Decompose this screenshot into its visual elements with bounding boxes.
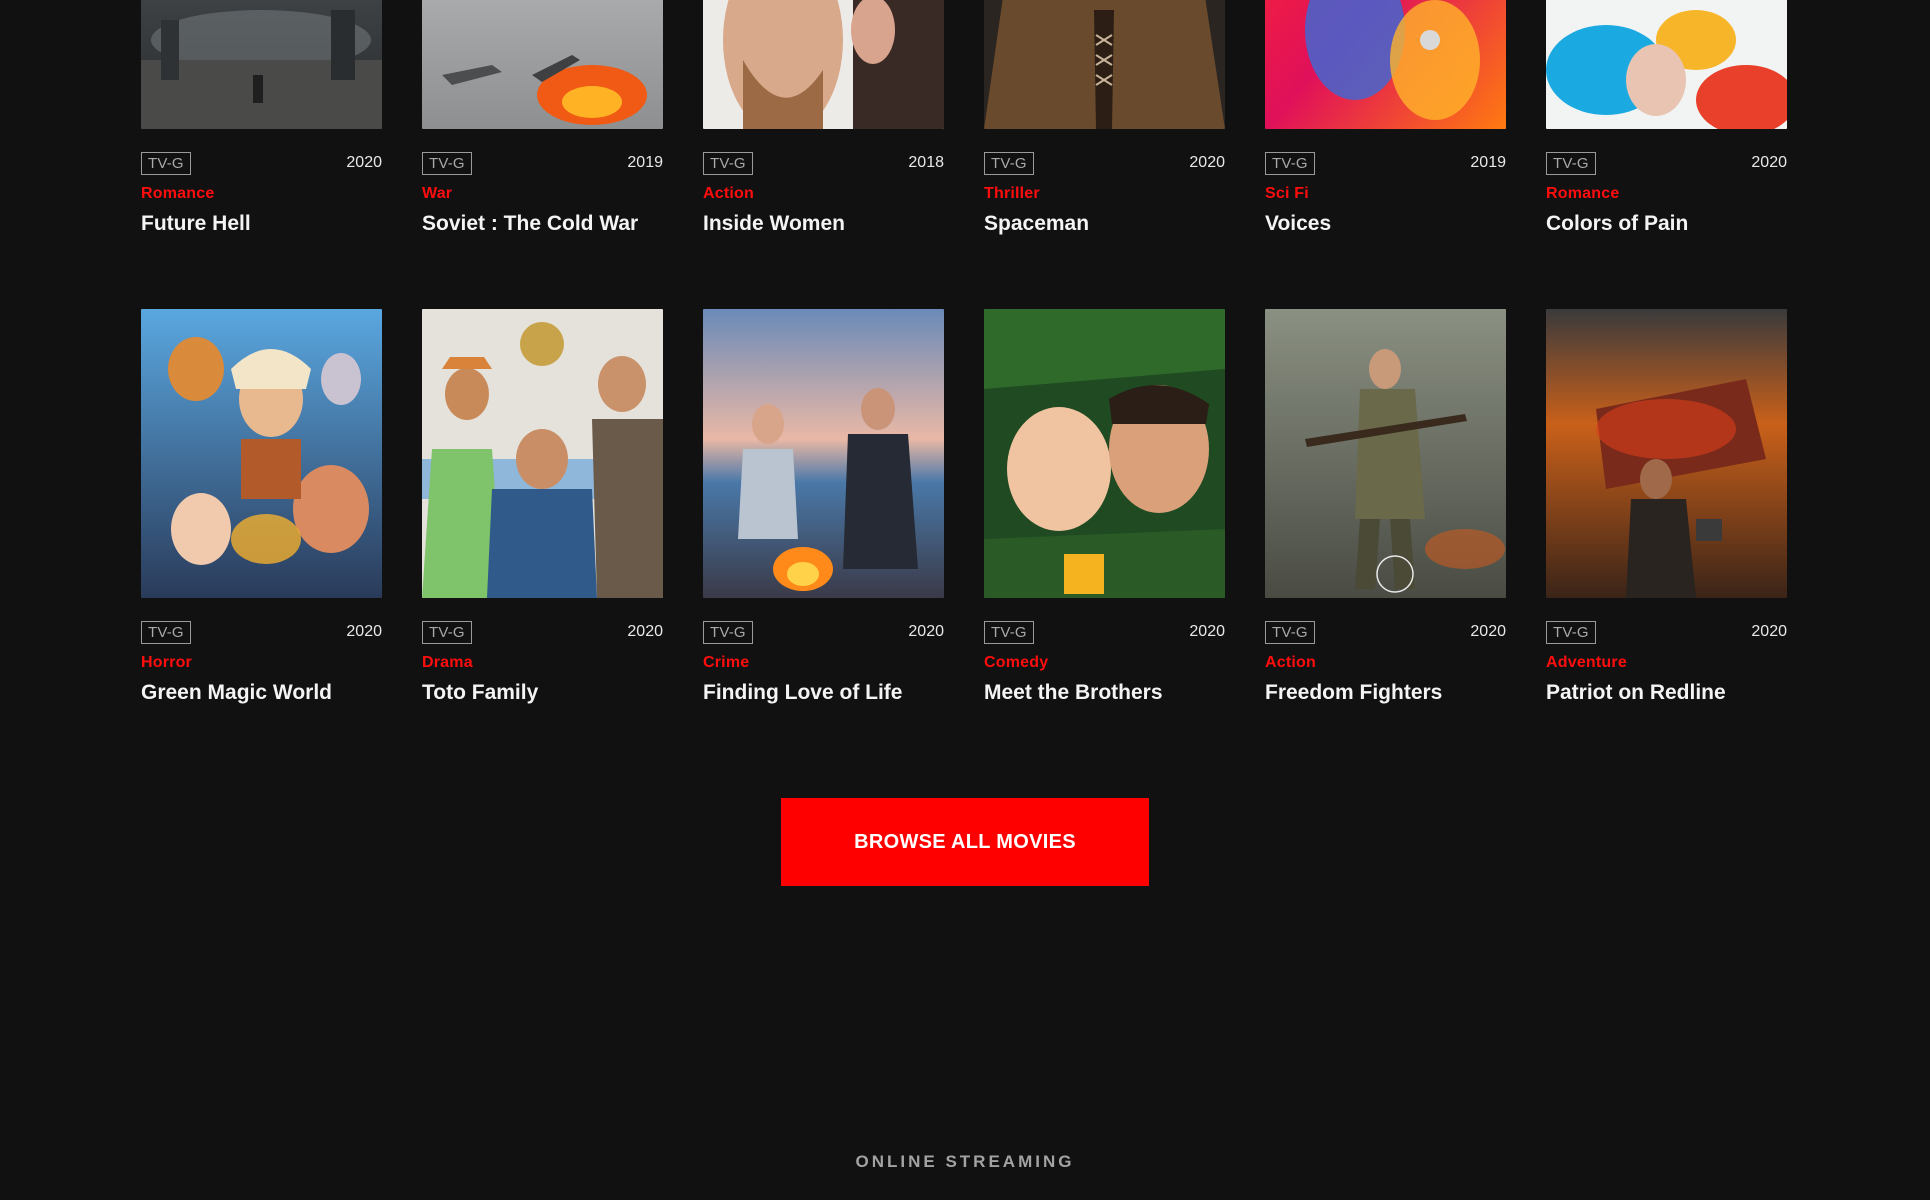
rating-badge: TV-G bbox=[422, 620, 472, 644]
footer-section-label: ONLINE STREAMING bbox=[855, 1152, 1075, 1171]
movie-poster[interactable] bbox=[984, 0, 1225, 129]
movie-genre[interactable]: Crime bbox=[703, 654, 944, 672]
movie-year: 2020 bbox=[1470, 623, 1506, 640]
movie-card[interactable]: TV-G 2019 War Soviet : The Cold War bbox=[422, 0, 663, 236]
movie-row: TV-G 2020 Romance Future Hell TV-G 2019 … bbox=[141, 0, 1787, 236]
movie-year: 2020 bbox=[627, 623, 663, 640]
movie-title[interactable]: Patriot on Redline bbox=[1546, 681, 1787, 705]
movie-title[interactable]: Toto Family bbox=[422, 681, 663, 705]
movie-meta: TV-G 2020 bbox=[984, 150, 1225, 176]
movie-meta: TV-G 2020 bbox=[1546, 619, 1787, 645]
movie-genre[interactable]: Comedy bbox=[984, 654, 1225, 672]
movie-card[interactable]: TV-G 2020 Crime Finding Love of Life bbox=[703, 309, 944, 705]
movie-meta: TV-G 2019 bbox=[422, 150, 663, 176]
rating-badge: TV-G bbox=[984, 151, 1034, 175]
movie-card[interactable]: TV-G 2020 Action Freedom Fighters bbox=[1265, 309, 1506, 705]
movie-year: 2018 bbox=[908, 154, 944, 171]
rating-badge: TV-G bbox=[1265, 620, 1315, 644]
movie-poster[interactable] bbox=[703, 0, 944, 129]
movie-year: 2020 bbox=[908, 623, 944, 640]
rating-badge: TV-G bbox=[984, 620, 1034, 644]
movie-genre[interactable]: Drama bbox=[422, 654, 663, 672]
rating-badge: TV-G bbox=[141, 620, 191, 644]
movie-year: 2020 bbox=[1751, 623, 1787, 640]
movies-page: TV-G 2020 Romance Future Hell TV-G 2019 … bbox=[0, 0, 1930, 1200]
movie-year: 2020 bbox=[1189, 623, 1225, 640]
movie-poster[interactable] bbox=[1265, 0, 1506, 129]
movie-meta: TV-G 2019 bbox=[1265, 150, 1506, 176]
movie-title[interactable]: Future Hell bbox=[141, 212, 382, 236]
movie-poster[interactable] bbox=[141, 0, 382, 129]
rating-badge: TV-G bbox=[141, 151, 191, 175]
movie-genre[interactable]: Adventure bbox=[1546, 654, 1787, 672]
rating-badge: TV-G bbox=[1265, 151, 1315, 175]
movie-year: 2019 bbox=[1470, 154, 1506, 171]
movie-poster[interactable] bbox=[422, 0, 663, 129]
movie-genre[interactable]: Romance bbox=[141, 185, 382, 203]
rating-badge: TV-G bbox=[422, 151, 472, 175]
movie-title[interactable]: Soviet : The Cold War bbox=[422, 212, 663, 236]
movie-title[interactable]: Voices bbox=[1265, 212, 1506, 236]
movie-meta: TV-G 2020 bbox=[703, 619, 944, 645]
movie-row: TV-G 2020 Horror Green Magic World TV-G … bbox=[141, 309, 1787, 705]
movie-genre[interactable]: Horror bbox=[141, 654, 382, 672]
movie-meta: TV-G 2018 bbox=[703, 150, 944, 176]
movie-genre[interactable]: Action bbox=[703, 185, 944, 203]
movie-card[interactable]: TV-G 2020 Comedy Meet the Brothers bbox=[984, 309, 1225, 705]
browse-all-movies-button[interactable]: BROWSE ALL MOVIES bbox=[781, 798, 1149, 886]
rating-badge: TV-G bbox=[703, 620, 753, 644]
rating-badge: TV-G bbox=[1546, 620, 1596, 644]
movie-poster[interactable] bbox=[422, 309, 663, 598]
movie-card[interactable]: TV-G 2020 Horror Green Magic World bbox=[141, 309, 382, 705]
movie-meta: TV-G 2020 bbox=[1265, 619, 1506, 645]
movie-card[interactable]: TV-G 2020 Adventure Patriot on Redline bbox=[1546, 309, 1787, 705]
movie-genre[interactable]: Thriller bbox=[984, 185, 1225, 203]
movie-meta: TV-G 2020 bbox=[1546, 150, 1787, 176]
movie-title[interactable]: Colors of Pain bbox=[1546, 212, 1787, 236]
movie-poster[interactable] bbox=[703, 309, 944, 598]
movie-poster[interactable] bbox=[1265, 309, 1506, 598]
movie-year: 2020 bbox=[346, 623, 382, 640]
movie-card[interactable]: TV-G 2019 Sci Fi Voices bbox=[1265, 0, 1506, 236]
movie-title[interactable]: Inside Women bbox=[703, 212, 944, 236]
movie-poster[interactable] bbox=[141, 309, 382, 598]
movie-title[interactable]: Spaceman bbox=[984, 212, 1225, 236]
movie-year: 2019 bbox=[627, 154, 663, 171]
movie-meta: TV-G 2020 bbox=[422, 619, 663, 645]
movie-genre[interactable]: Action bbox=[1265, 654, 1506, 672]
movie-meta: TV-G 2020 bbox=[984, 619, 1225, 645]
movie-meta: TV-G 2020 bbox=[141, 150, 382, 176]
movie-poster[interactable] bbox=[1546, 309, 1787, 598]
movie-card[interactable]: TV-G 2020 Thriller Spaceman bbox=[984, 0, 1225, 236]
movie-card[interactable]: TV-G 2020 Romance Colors of Pain bbox=[1546, 0, 1787, 236]
movie-poster[interactable] bbox=[984, 309, 1225, 598]
movie-meta: TV-G 2020 bbox=[141, 619, 382, 645]
movie-card[interactable]: TV-G 2020 Drama Toto Family bbox=[422, 309, 663, 705]
movie-title[interactable]: Green Magic World bbox=[141, 681, 382, 705]
movie-card[interactable]: TV-G 2020 Romance Future Hell bbox=[141, 0, 382, 236]
movie-genre[interactable]: War bbox=[422, 185, 663, 203]
movie-year: 2020 bbox=[346, 154, 382, 171]
rating-badge: TV-G bbox=[1546, 151, 1596, 175]
movie-title[interactable]: Freedom Fighters bbox=[1265, 681, 1506, 705]
movie-card[interactable]: TV-G 2018 Action Inside Women bbox=[703, 0, 944, 236]
movie-year: 2020 bbox=[1189, 154, 1225, 171]
movie-year: 2020 bbox=[1751, 154, 1787, 171]
movie-title[interactable]: Finding Love of Life bbox=[703, 681, 944, 705]
movie-title[interactable]: Meet the Brothers bbox=[984, 681, 1225, 705]
movie-genre[interactable]: Romance bbox=[1546, 185, 1787, 203]
movie-genre[interactable]: Sci Fi bbox=[1265, 185, 1506, 203]
rating-badge: TV-G bbox=[703, 151, 753, 175]
movie-poster[interactable] bbox=[1546, 0, 1787, 129]
